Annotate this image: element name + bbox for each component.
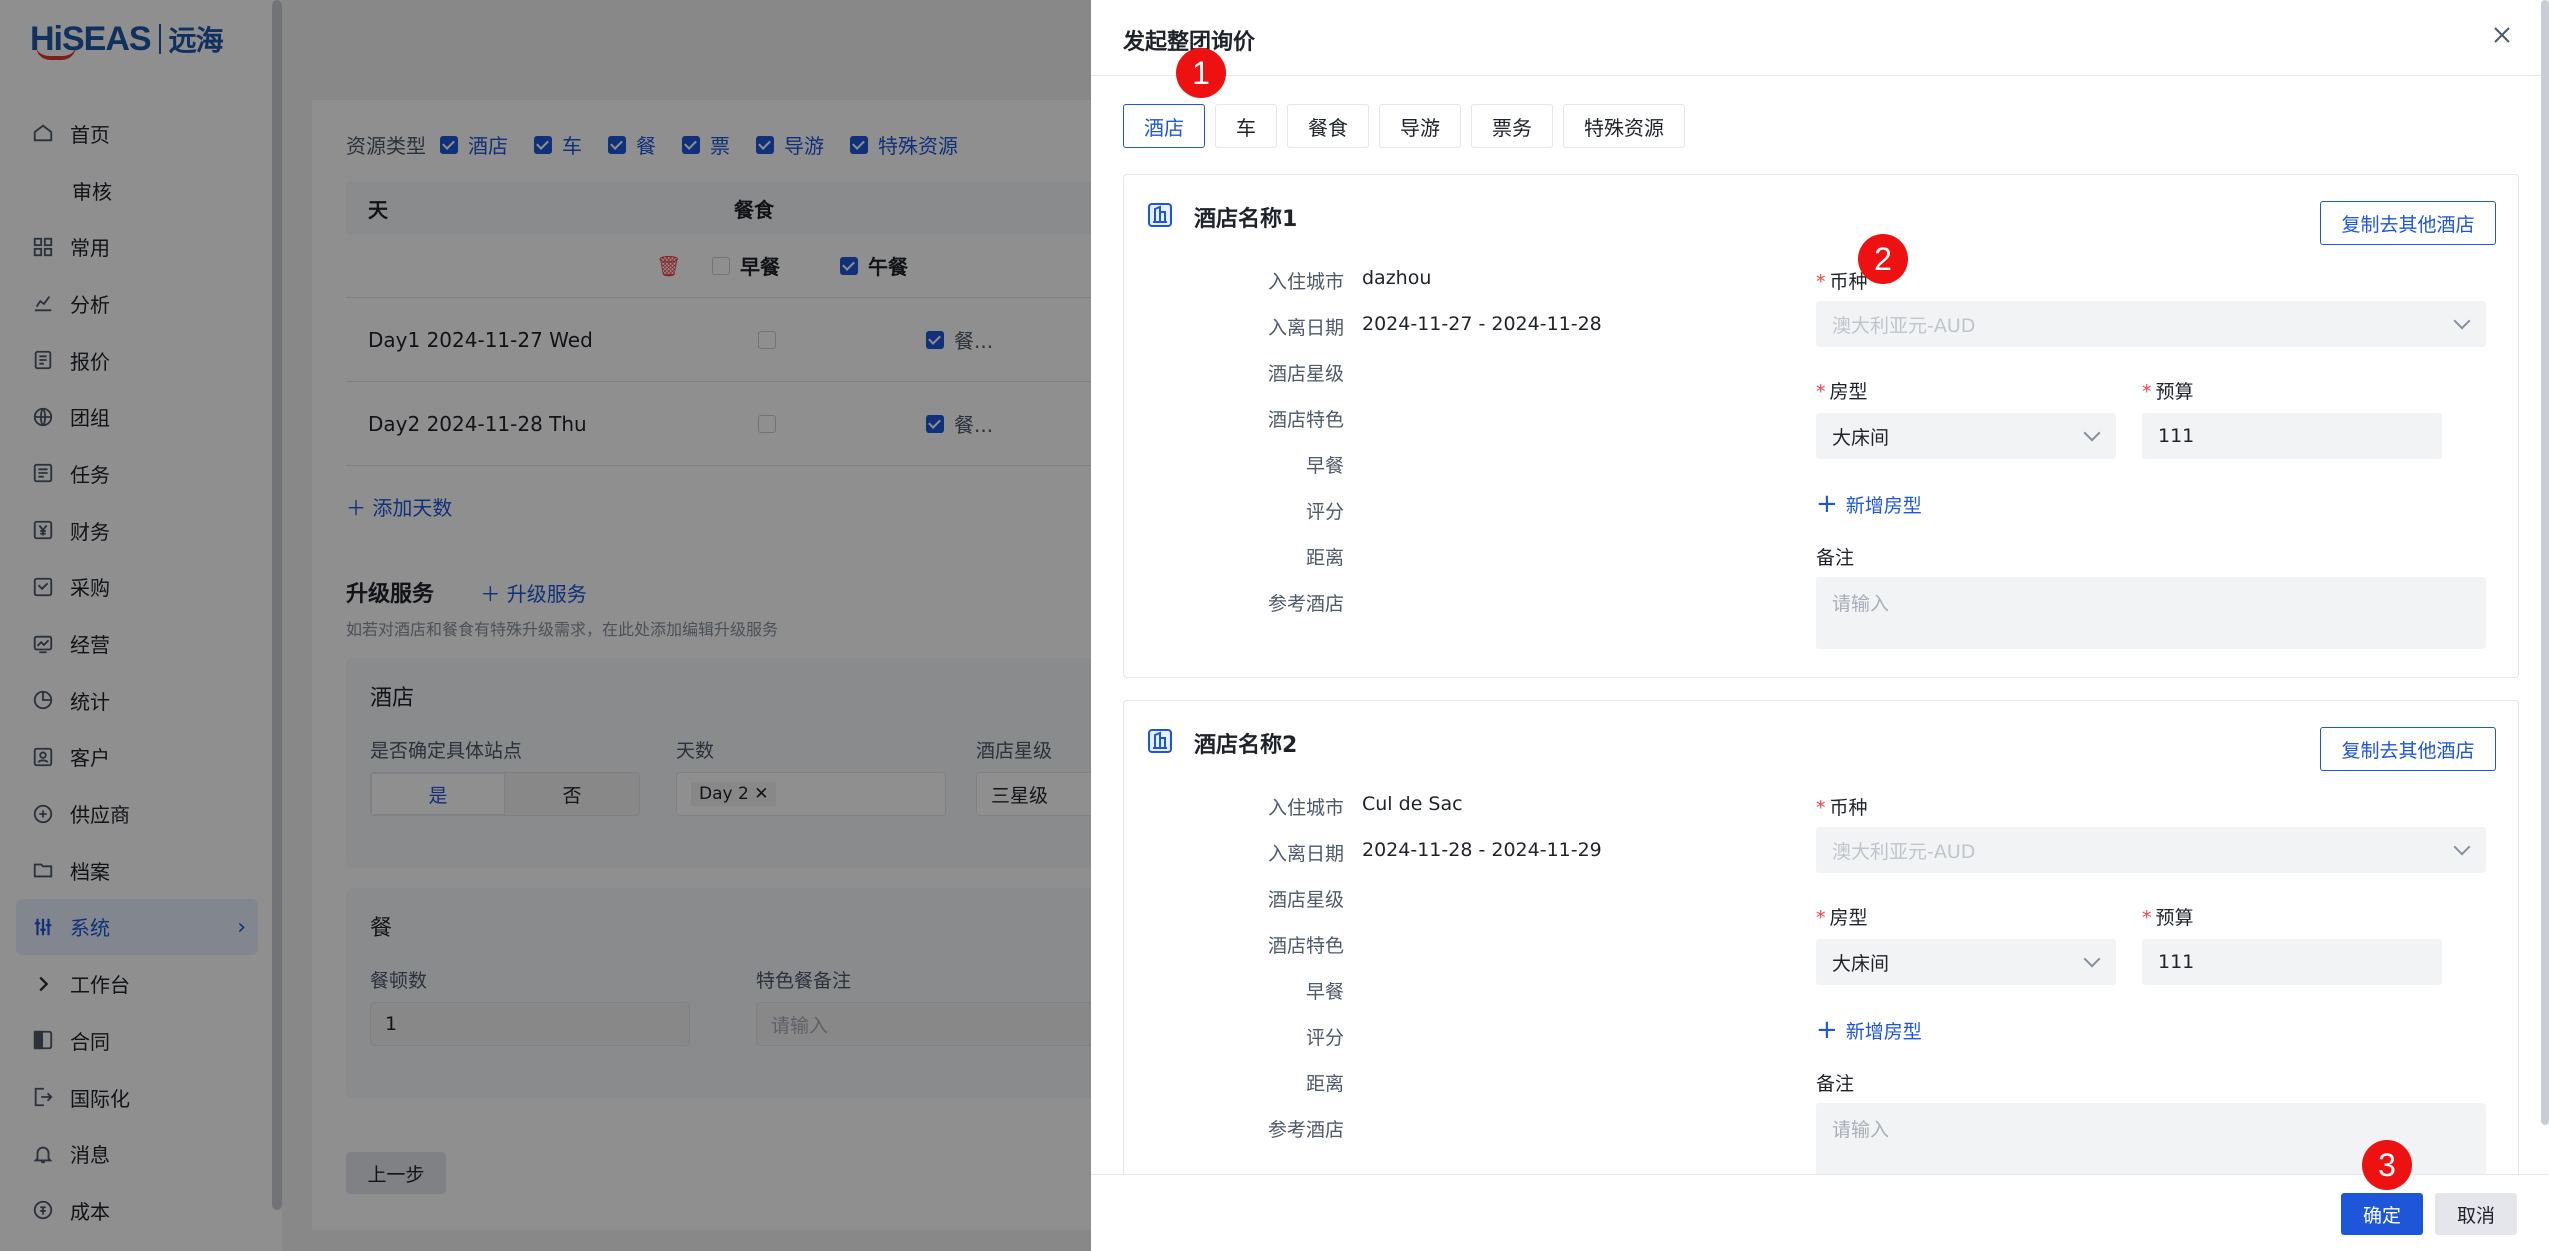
checkin-city-value: dazhou bbox=[1362, 267, 1432, 289]
currency-select[interactable]: 澳大利亚元-AUD bbox=[1816, 301, 2486, 347]
drawer-body: 酒店名称1 复制去其他酒店 入住城市 dazhou 入离日期 2024-11-2… bbox=[1123, 174, 2519, 1174]
budget-label: * 预算 bbox=[2142, 381, 2194, 403]
tab-ticket[interactable]: 票务 bbox=[1471, 104, 1553, 148]
tab-car[interactable]: 车 bbox=[1215, 104, 1277, 148]
chevron-down-icon bbox=[2453, 838, 2471, 856]
building-icon bbox=[1148, 203, 1172, 227]
remark-label: 备注 bbox=[1816, 1073, 1855, 1095]
hotel-name: 酒店名称1 bbox=[1194, 207, 1298, 232]
annotation-marker-1: 1 bbox=[1176, 48, 1226, 98]
tab-hotel[interactable]: 酒店 bbox=[1123, 104, 1205, 148]
tab-special[interactable]: 特殊资源 bbox=[1563, 104, 1685, 148]
tab-meal[interactable]: 餐食 bbox=[1287, 104, 1369, 148]
cancel-button[interactable]: 取消 bbox=[2435, 1193, 2517, 1235]
room-type-label: * 房型 bbox=[1816, 907, 1868, 929]
room-type-label: * 房型 bbox=[1816, 381, 1868, 403]
chevron-down-icon bbox=[2453, 312, 2471, 330]
budget-input[interactable]: 111 bbox=[2142, 939, 2442, 985]
add-room-type-link[interactable]: + 新增房型 bbox=[1816, 489, 1922, 519]
annotation-marker-2: 2 bbox=[1858, 234, 1908, 284]
room-type-select[interactable]: 大床间 bbox=[1816, 939, 2116, 985]
drawer-scrollbar[interactable] bbox=[2541, 0, 2549, 1125]
add-room-type-link[interactable]: + 新增房型 bbox=[1816, 1015, 1922, 1045]
budget-label: * 预算 bbox=[2142, 907, 2194, 929]
close-icon[interactable] bbox=[2487, 20, 2517, 50]
currency-label: * 币种 bbox=[1816, 797, 1868, 819]
chevron-down-icon bbox=[2083, 950, 2101, 968]
checkin-city-value: Cul de Sac bbox=[1362, 793, 1463, 815]
copy-to-other-hotel-button[interactable]: 复制去其他酒店 bbox=[2320, 201, 2496, 245]
date-range-value: 2024-11-27 - 2024-11-28 bbox=[1362, 313, 1602, 335]
budget-input[interactable]: 111 bbox=[2142, 413, 2442, 459]
hotel-name: 酒店名称2 bbox=[1194, 733, 1298, 758]
copy-to-other-hotel-button[interactable]: 复制去其他酒店 bbox=[2320, 727, 2496, 771]
remark-label: 备注 bbox=[1816, 547, 1855, 569]
remark-textarea[interactable]: 请输入 bbox=[1816, 577, 2486, 649]
inquiry-drawer: 发起整团询价 酒店 车 餐食 导游 票务 特殊资源 酒店名称1 复制去其他酒店 … bbox=[1091, 0, 2549, 1251]
drawer-header: 发起整团询价 bbox=[1091, 0, 2549, 76]
room-type-select[interactable]: 大床间 bbox=[1816, 413, 2116, 459]
annotation-marker-3: 3 bbox=[2362, 1140, 2412, 1190]
date-range-value: 2024-11-28 - 2024-11-29 bbox=[1362, 839, 1602, 861]
plus-icon: + bbox=[1816, 489, 1838, 519]
currency-select[interactable]: 澳大利亚元-AUD bbox=[1816, 827, 2486, 873]
chevron-down-icon bbox=[2083, 424, 2101, 442]
currency-label: * 币种 bbox=[1816, 271, 1868, 293]
tab-guide[interactable]: 导游 bbox=[1379, 104, 1461, 148]
hotel-card: 酒店名称2 复制去其他酒店 入住城市 Cul de Sac 入离日期 2024-… bbox=[1123, 700, 2519, 1174]
drawer-footer: 确定 取消 bbox=[1091, 1174, 2549, 1251]
plus-icon: + bbox=[1816, 1015, 1838, 1045]
confirm-button[interactable]: 确定 bbox=[2341, 1193, 2423, 1235]
hotel-card: 酒店名称1 复制去其他酒店 入住城市 dazhou 入离日期 2024-11-2… bbox=[1123, 174, 2519, 678]
modal-mask[interactable] bbox=[0, 0, 1091, 1251]
resource-tabs: 酒店 车 餐食 导游 票务 特殊资源 bbox=[1123, 104, 1695, 148]
building-icon bbox=[1148, 729, 1172, 753]
